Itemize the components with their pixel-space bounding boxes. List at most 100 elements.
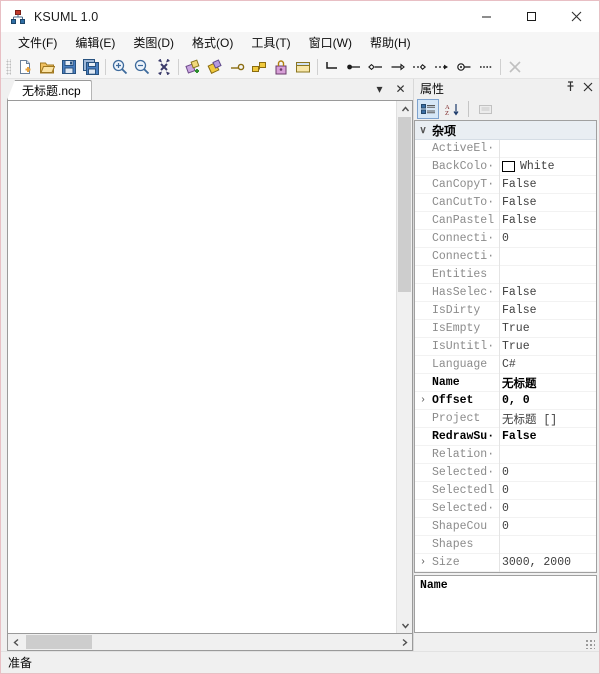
- property-row[interactable]: IsEmpty True: [415, 320, 596, 338]
- menu-format[interactable]: 格式(O): [183, 33, 242, 54]
- association-icon[interactable]: [226, 56, 248, 78]
- property-row[interactable]: Shapes: [415, 536, 596, 554]
- menu-window[interactable]: 窗口(W): [300, 33, 361, 54]
- vertical-scroll-thumb[interactable]: [398, 117, 411, 292]
- property-value[interactable]: False: [499, 430, 596, 443]
- add-shape-icon[interactable]: [204, 56, 226, 78]
- properties-close-icon[interactable]: [583, 81, 593, 95]
- horizontal-scroll-track[interactable]: [24, 634, 396, 650]
- relation-aggregation-icon[interactable]: [365, 56, 387, 78]
- scroll-down-arrow-icon[interactable]: [397, 617, 412, 633]
- zoom-in-icon[interactable]: [109, 56, 131, 78]
- open-file-icon[interactable]: [36, 56, 58, 78]
- property-pages-icon[interactable]: [474, 99, 496, 119]
- scroll-up-arrow-icon[interactable]: [397, 101, 412, 117]
- new-file-icon[interactable]: [14, 56, 36, 78]
- property-grid-column-splitter[interactable]: [499, 140, 500, 572]
- property-row[interactable]: TopSelec·: [415, 572, 596, 573]
- property-row[interactable]: ShapeCou 0: [415, 518, 596, 536]
- property-row[interactable]: CanPastel False: [415, 212, 596, 230]
- categorized-view-icon[interactable]: [417, 99, 439, 119]
- pin-icon[interactable]: [565, 81, 576, 95]
- property-value[interactable]: False: [499, 196, 596, 209]
- menu-help[interactable]: 帮助(H): [361, 33, 420, 54]
- canvas-vertical-scrollbar[interactable]: [396, 101, 412, 633]
- property-grid[interactable]: ∨ 杂项 ActiveEl· BackColo· White CanCopyT·…: [414, 120, 597, 573]
- property-row-project[interactable]: Project 无标题 []: [415, 410, 596, 428]
- property-value[interactable]: 0: [499, 232, 596, 245]
- lock-icon[interactable]: [270, 56, 292, 78]
- delete-icon[interactable]: [504, 56, 526, 78]
- property-value[interactable]: 0: [499, 520, 596, 533]
- horizontal-scroll-thumb[interactable]: [26, 635, 92, 649]
- relation-association-icon[interactable]: [387, 56, 409, 78]
- property-row[interactable]: Selected· 0: [415, 464, 596, 482]
- tab-list-dropdown-icon[interactable]: ▾: [373, 82, 386, 96]
- property-row[interactable]: ActiveEl·: [415, 140, 596, 158]
- property-value[interactable]: 0: [499, 502, 596, 515]
- canvas-horizontal-scrollbar[interactable]: [7, 634, 413, 651]
- scroll-left-arrow-icon[interactable]: [8, 634, 24, 650]
- property-row[interactable]: Language C#: [415, 356, 596, 374]
- property-row[interactable]: Selectedl 0: [415, 482, 596, 500]
- property-row[interactable]: Selected· 0: [415, 500, 596, 518]
- line-style-icon[interactable]: [321, 56, 343, 78]
- property-row[interactable]: CanCopyT· False: [415, 176, 596, 194]
- alphabetical-sort-icon[interactable]: A Z: [441, 99, 463, 119]
- property-value[interactable]: 0, 0: [499, 394, 596, 407]
- property-value[interactable]: 0: [499, 484, 596, 497]
- note-icon[interactable]: [292, 56, 314, 78]
- minimize-button[interactable]: [464, 1, 509, 32]
- property-category-row[interactable]: ∨ 杂项: [415, 121, 596, 140]
- property-value[interactable]: True: [499, 340, 596, 353]
- property-value[interactable]: 0: [499, 466, 596, 479]
- property-value[interactable]: 3000, 2000: [499, 556, 596, 569]
- relation-dashed-aggregation-icon[interactable]: [409, 56, 431, 78]
- property-row-offset[interactable]: › Offset 0, 0: [415, 392, 596, 410]
- menu-class-diagram[interactable]: 类图(D): [124, 33, 183, 54]
- property-value[interactable]: False: [499, 178, 596, 191]
- property-row[interactable]: BackColo· White: [415, 158, 596, 176]
- property-value[interactable]: False: [499, 214, 596, 227]
- add-class-icon[interactable]: [182, 56, 204, 78]
- property-row-size[interactable]: › Size 3000, 2000: [415, 554, 596, 572]
- property-value[interactable]: 无标题 []: [499, 411, 596, 427]
- menu-edit[interactable]: 编辑(E): [66, 33, 124, 54]
- row-expander-icon[interactable]: ›: [415, 395, 431, 406]
- package-icon[interactable]: [248, 56, 270, 78]
- property-value[interactable]: False: [499, 304, 596, 317]
- property-row-name[interactable]: Name 无标题: [415, 374, 596, 392]
- vertical-scroll-track[interactable]: [397, 117, 412, 617]
- document-tab[interactable]: 无标题.ncp: [7, 80, 92, 100]
- menu-file[interactable]: 文件(F): [9, 33, 66, 54]
- diagram-canvas[interactable]: [8, 101, 396, 633]
- row-expander-icon[interactable]: ›: [415, 557, 431, 568]
- relation-circle-icon[interactable]: [453, 56, 475, 78]
- scroll-right-arrow-icon[interactable]: [396, 634, 412, 650]
- property-value[interactable]: 无标题: [499, 375, 596, 391]
- property-row[interactable]: IsDirty False: [415, 302, 596, 320]
- zoom-out-icon[interactable]: [131, 56, 153, 78]
- property-row[interactable]: HasSelec· False: [415, 284, 596, 302]
- property-value[interactable]: C#: [499, 358, 596, 371]
- close-button[interactable]: [554, 1, 599, 32]
- property-row[interactable]: RedrawSu· False: [415, 428, 596, 446]
- property-value[interactable]: White: [499, 160, 596, 173]
- property-row[interactable]: CanCutTo· False: [415, 194, 596, 212]
- property-value[interactable]: True: [499, 322, 596, 335]
- property-row[interactable]: IsUntitl· True: [415, 338, 596, 356]
- relation-inheritance-icon[interactable]: [343, 56, 365, 78]
- relation-dotted-icon[interactable]: [475, 56, 497, 78]
- category-expander-icon[interactable]: ∨: [415, 125, 431, 136]
- save-icon[interactable]: [58, 56, 80, 78]
- property-row[interactable]: Relation·: [415, 446, 596, 464]
- window-resize-grip[interactable]: [585, 639, 595, 649]
- property-row[interactable]: Entities: [415, 266, 596, 284]
- zoom-fit-icon[interactable]: [153, 56, 175, 78]
- menu-tools[interactable]: 工具(T): [242, 33, 299, 54]
- save-all-icon[interactable]: [80, 56, 102, 78]
- relation-dependency-icon[interactable]: [431, 56, 453, 78]
- property-row[interactable]: Connecti·: [415, 248, 596, 266]
- tab-close-icon[interactable]: ✕: [394, 82, 407, 96]
- maximize-button[interactable]: [509, 1, 554, 32]
